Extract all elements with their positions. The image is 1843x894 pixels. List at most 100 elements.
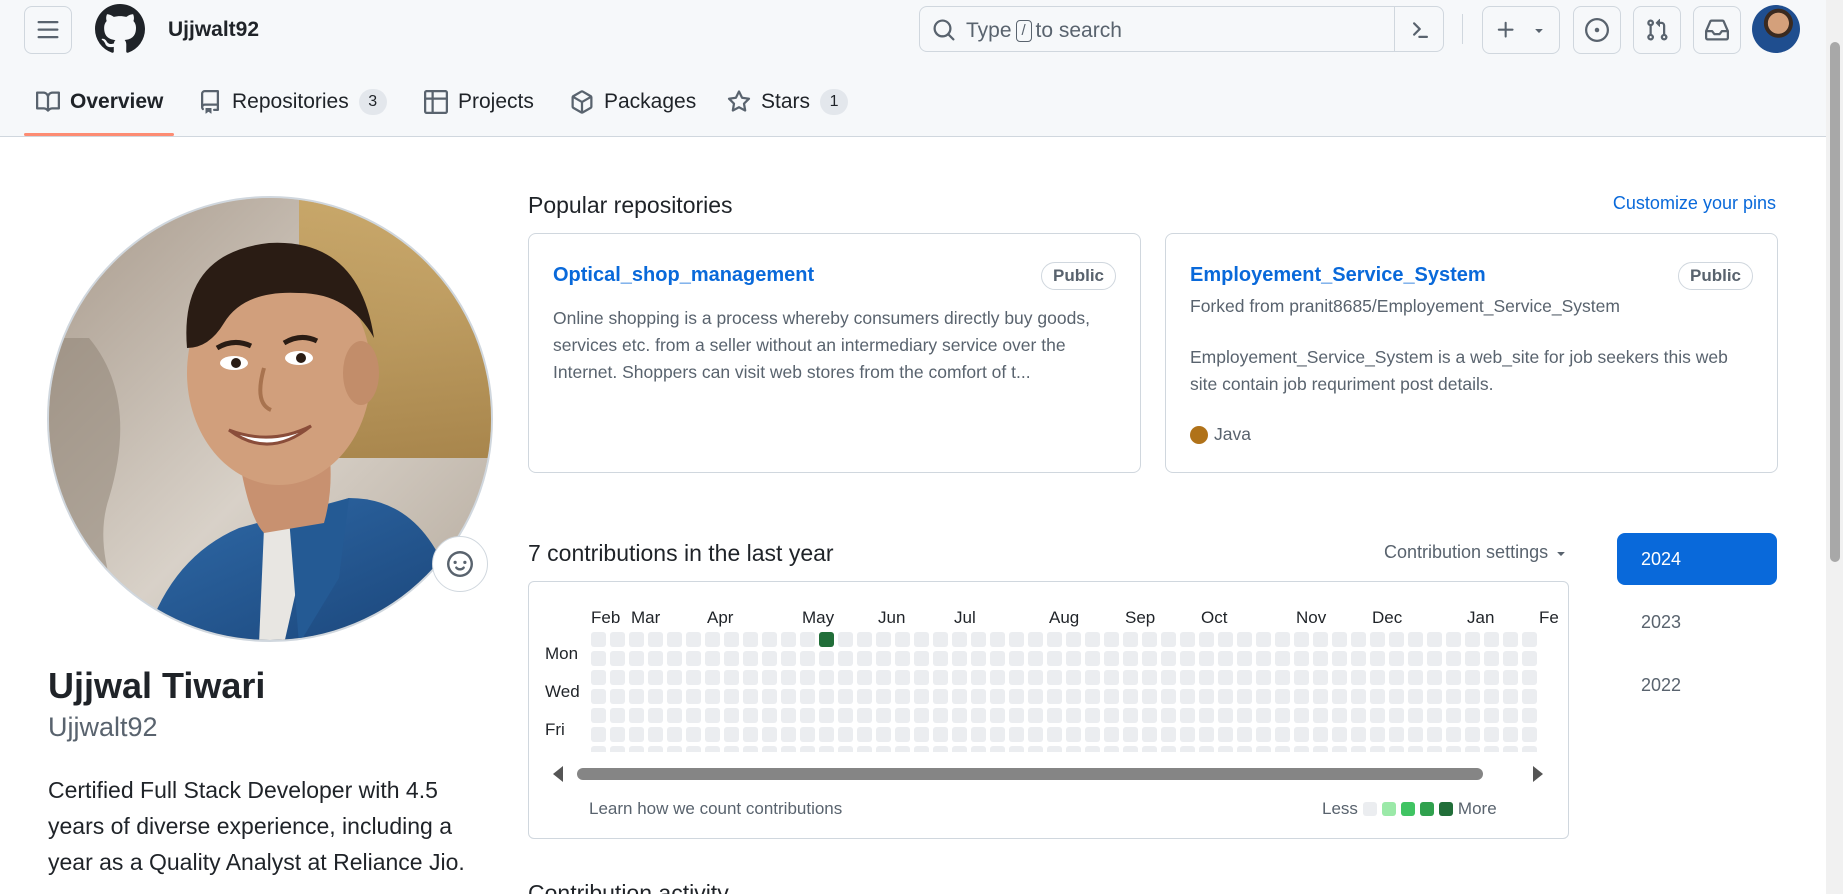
contribution-day[interactable] bbox=[724, 746, 739, 752]
contribution-day[interactable] bbox=[1370, 689, 1385, 704]
contribution-day[interactable] bbox=[1294, 689, 1309, 704]
contribution-day[interactable] bbox=[705, 670, 720, 685]
contribution-day[interactable] bbox=[1351, 651, 1366, 666]
contribution-day[interactable] bbox=[1313, 670, 1328, 685]
contribution-day[interactable] bbox=[724, 632, 739, 647]
contribution-day[interactable] bbox=[1085, 651, 1100, 666]
menu-button[interactable] bbox=[24, 6, 72, 54]
contribution-day[interactable] bbox=[1085, 689, 1100, 704]
contribution-day[interactable] bbox=[914, 651, 929, 666]
contribution-day[interactable] bbox=[667, 708, 682, 723]
contribution-day[interactable] bbox=[1275, 689, 1290, 704]
contribution-day[interactable] bbox=[1370, 651, 1385, 666]
contribution-day[interactable] bbox=[990, 632, 1005, 647]
contribution-day[interactable] bbox=[1446, 670, 1461, 685]
contribution-day[interactable] bbox=[914, 746, 929, 752]
contribution-day[interactable] bbox=[1066, 708, 1081, 723]
contribution-day[interactable] bbox=[743, 632, 758, 647]
contribution-day[interactable] bbox=[1332, 746, 1347, 752]
contribution-day[interactable] bbox=[705, 727, 720, 742]
contribution-day[interactable] bbox=[1275, 670, 1290, 685]
contribution-day[interactable] bbox=[1066, 746, 1081, 752]
contribution-day[interactable] bbox=[1275, 727, 1290, 742]
contribution-day[interactable] bbox=[971, 708, 986, 723]
contribution-day[interactable] bbox=[990, 746, 1005, 752]
contribution-day[interactable] bbox=[933, 651, 948, 666]
pull-requests-button[interactable] bbox=[1633, 6, 1681, 54]
contribution-day[interactable] bbox=[876, 632, 891, 647]
contribution-day[interactable] bbox=[1408, 651, 1423, 666]
contribution-day[interactable] bbox=[1370, 746, 1385, 752]
contribution-day[interactable] bbox=[952, 670, 967, 685]
contribution-day[interactable] bbox=[1199, 689, 1214, 704]
contribution-day[interactable] bbox=[971, 632, 986, 647]
contribution-day[interactable] bbox=[1370, 670, 1385, 685]
contribution-day[interactable] bbox=[648, 651, 663, 666]
contribution-day[interactable] bbox=[686, 689, 701, 704]
repo-name-link[interactable]: Employement_Service_System bbox=[1190, 264, 1486, 287]
contribution-day[interactable] bbox=[1332, 689, 1347, 704]
contribution-day[interactable] bbox=[1161, 632, 1176, 647]
contribution-day[interactable] bbox=[743, 670, 758, 685]
contribution-day[interactable] bbox=[1465, 632, 1480, 647]
contribution-day[interactable] bbox=[1161, 727, 1176, 742]
contribution-day[interactable] bbox=[838, 651, 853, 666]
contribution-day[interactable] bbox=[762, 670, 777, 685]
contribution-day[interactable] bbox=[1446, 651, 1461, 666]
contribution-day[interactable] bbox=[838, 727, 853, 742]
contribution-day[interactable] bbox=[648, 727, 663, 742]
contribution-day[interactable] bbox=[1237, 632, 1252, 647]
contribution-day[interactable] bbox=[1256, 746, 1271, 752]
contribution-day[interactable] bbox=[1522, 689, 1537, 704]
contribution-day[interactable] bbox=[1009, 651, 1024, 666]
contribution-day[interactable] bbox=[667, 670, 682, 685]
contribution-day[interactable] bbox=[838, 746, 853, 752]
contribution-day[interactable] bbox=[1427, 632, 1442, 647]
contribution-day[interactable] bbox=[724, 689, 739, 704]
contribution-day[interactable] bbox=[1009, 727, 1024, 742]
contribution-day[interactable] bbox=[762, 727, 777, 742]
contribution-day[interactable] bbox=[1275, 632, 1290, 647]
contribution-day[interactable] bbox=[990, 708, 1005, 723]
contribution-day[interactable] bbox=[1218, 689, 1233, 704]
contribution-day[interactable] bbox=[1370, 632, 1385, 647]
contribution-day[interactable] bbox=[876, 727, 891, 742]
contribution-day[interactable] bbox=[1161, 651, 1176, 666]
contribution-day[interactable] bbox=[895, 708, 910, 723]
contribution-day[interactable] bbox=[1009, 746, 1024, 752]
contribution-day[interactable] bbox=[1332, 651, 1347, 666]
contribution-day[interactable] bbox=[1066, 670, 1081, 685]
contribution-day[interactable] bbox=[762, 651, 777, 666]
inbox-button[interactable] bbox=[1693, 6, 1741, 54]
contribution-day[interactable] bbox=[1066, 651, 1081, 666]
contribution-day[interactable] bbox=[1389, 746, 1404, 752]
contribution-day[interactable] bbox=[1047, 708, 1062, 723]
contribution-day[interactable] bbox=[1465, 727, 1480, 742]
contribution-day[interactable] bbox=[1009, 708, 1024, 723]
contribution-day[interactable] bbox=[876, 746, 891, 752]
contribution-day[interactable] bbox=[1465, 651, 1480, 666]
contribution-day[interactable] bbox=[1408, 670, 1423, 685]
contribution-day[interactable] bbox=[1199, 632, 1214, 647]
contribution-day[interactable] bbox=[1503, 746, 1518, 752]
contribution-day[interactable] bbox=[648, 670, 663, 685]
contribution-day[interactable] bbox=[933, 689, 948, 704]
profile-avatar[interactable] bbox=[47, 196, 493, 642]
contribution-day[interactable] bbox=[1104, 727, 1119, 742]
contribution-day[interactable] bbox=[1009, 689, 1024, 704]
contribution-day[interactable] bbox=[1389, 651, 1404, 666]
contribution-day[interactable] bbox=[1408, 708, 1423, 723]
contribution-day[interactable] bbox=[1503, 651, 1518, 666]
year-2023-button[interactable]: 2023 bbox=[1617, 596, 1777, 648]
contribution-day[interactable] bbox=[857, 651, 872, 666]
contribution-day[interactable] bbox=[1275, 746, 1290, 752]
contribution-day[interactable] bbox=[1199, 670, 1214, 685]
contribution-day[interactable] bbox=[1218, 708, 1233, 723]
contribution-day[interactable] bbox=[629, 727, 644, 742]
contribution-day[interactable] bbox=[1199, 651, 1214, 666]
repo-name-link[interactable]: Optical_shop_management bbox=[553, 264, 814, 287]
contribution-day[interactable] bbox=[1313, 708, 1328, 723]
contribution-day[interactable] bbox=[1199, 708, 1214, 723]
contribution-day[interactable] bbox=[781, 689, 796, 704]
contribution-day[interactable] bbox=[971, 689, 986, 704]
